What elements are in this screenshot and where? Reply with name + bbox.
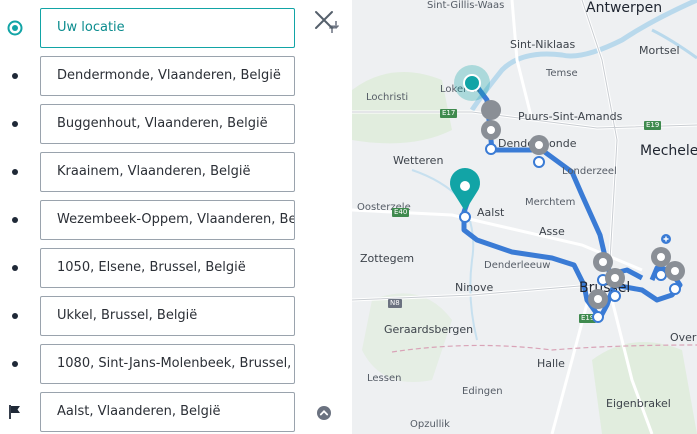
bullet-icon	[12, 313, 18, 319]
waypoint-pin-wezembeek[interactable]	[665, 261, 685, 295]
chevron-up-icon[interactable]	[316, 405, 332, 421]
waypoint-pin-dendermonde[interactable]	[481, 100, 502, 155]
close-icon[interactable]	[312, 8, 336, 32]
bullet-icon	[12, 217, 18, 223]
destination-input[interactable]: Aalst, Vlaanderen, België	[40, 392, 295, 432]
waypoint-input[interactable]: Wezembeek-Oppem, Vlaanderen, België	[40, 200, 295, 240]
stop-row: Wezembeek-Oppem, Vlaanderen, België	[0, 200, 352, 240]
map-markers	[450, 65, 685, 323]
current-location-marker[interactable]	[454, 65, 490, 101]
bullet-icon	[12, 73, 18, 79]
bullet-icon	[12, 265, 18, 271]
stop-row: Aalst, Vlaanderen, België	[0, 392, 352, 432]
destination-flag-icon	[9, 405, 20, 419]
stop-row: 1080, Sint-Jans-Molenbeek, Brussel, Belg…	[0, 344, 352, 384]
waypoint-pin-brussels-2[interactable]	[605, 268, 625, 302]
stop-row: 1050, Elsene, Brussel, België	[0, 248, 352, 288]
stop-row: Ukkel, Brussel, België	[0, 296, 352, 336]
destination-pin-aalst[interactable]	[450, 168, 480, 223]
waypoint-input[interactable]: Buggenhout, Vlaanderen, België	[40, 104, 295, 144]
waypoint-input[interactable]: 1080, Sint-Jans-Molenbeek, Brussel, Belg…	[40, 344, 295, 384]
bullet-icon	[12, 361, 18, 367]
waypoint-input[interactable]: Dendermonde, Vlaanderen, België	[40, 56, 295, 96]
stop-row: Kraainem, Vlaanderen, België	[0, 152, 352, 192]
route-planner-panel: Uw locatie Dendermonde, Vlaanderen, Belgi…	[0, 0, 352, 434]
waypoint-pin-ukkel[interactable]	[588, 289, 608, 323]
bullet-icon	[12, 121, 18, 127]
airport-icon	[661, 234, 671, 244]
waypoint-input[interactable]: Kraainem, Vlaanderen, België	[40, 152, 295, 192]
stop-row: Dendermonde, Vlaanderen, België	[0, 56, 352, 96]
origin-input[interactable]: Uw locatie	[40, 8, 295, 48]
stop-row: Buggenhout, Vlaanderen, België	[0, 104, 352, 144]
bullet-icon	[12, 169, 18, 175]
waypoint-input[interactable]: 1050, Elsene, Brussel, België	[40, 248, 295, 288]
stop-row: Uw locatie	[0, 8, 352, 48]
waypoint-pin-buggenhout[interactable]	[529, 135, 549, 168]
waypoint-input[interactable]: Ukkel, Brussel, België	[40, 296, 295, 336]
current-location-icon	[7, 20, 23, 36]
route-map[interactable]: Sint-Gillis-Waas Antwerpen Sint-Niklaas …	[352, 0, 697, 434]
